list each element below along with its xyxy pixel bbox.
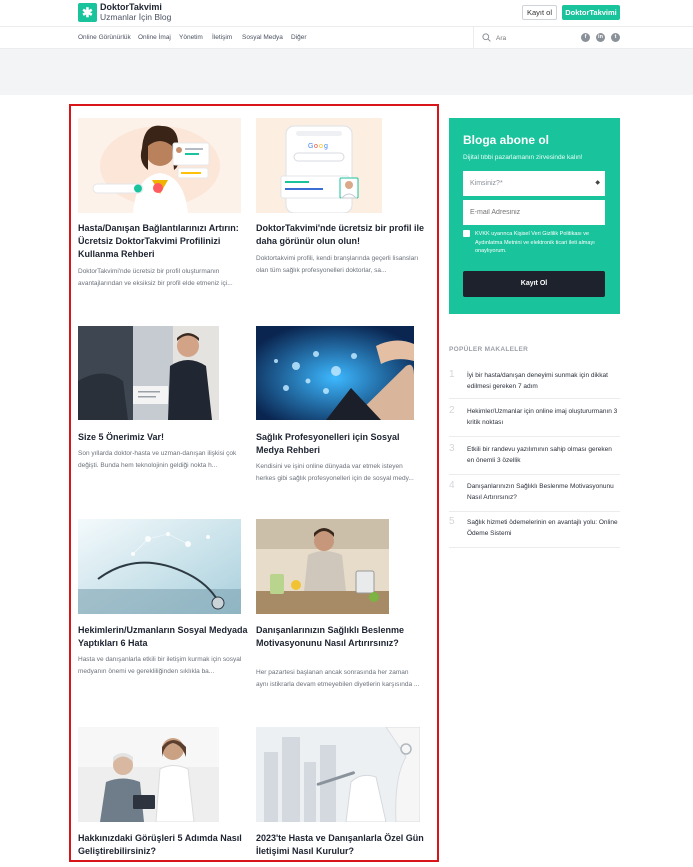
article-title[interactable]: Hekimlerin/Uzmanların Sosyal Medyada Yap… bbox=[78, 624, 248, 650]
logo-brand[interactable]: DoktorTakvimi bbox=[100, 2, 162, 12]
article-title[interactable]: Hakkınızdaki Görüşleri 5 Adımda Nasıl Ge… bbox=[78, 832, 248, 858]
article-title[interactable]: 2023'te Hasta ve Danışanlarla Özel Gün İ… bbox=[256, 832, 426, 858]
doktortakvimi-button[interactable]: DoktorTakvimi bbox=[562, 5, 620, 20]
search-input[interactable] bbox=[496, 33, 566, 43]
subscribe-text: Dijital tıbbi pazarlamanın zirvesinde ka… bbox=[463, 154, 583, 161]
site-header: ✱ DoktorTakvimi Uzmanlar İçin Blog Kayıt… bbox=[0, 0, 693, 27]
article-card[interactable]: Size 5 Önerimiz Var! Son yıllarda doktor… bbox=[78, 326, 243, 486]
article-excerpt: Kendisini ve işini online dünyada var et… bbox=[256, 463, 414, 482]
role-select[interactable]: Kimsiniz?* ◆ bbox=[463, 171, 605, 196]
banner-area bbox=[0, 49, 693, 95]
popular-item-title[interactable]: Etkili bir randevu yazılımının sahip olm… bbox=[467, 444, 619, 466]
consent-checkbox[interactable] bbox=[463, 230, 470, 237]
article-excerpt: Doktortakvimi profili, kendi branşlarınd… bbox=[256, 255, 419, 274]
article-thumbnail[interactable] bbox=[256, 519, 389, 614]
article-thumbnail[interactable] bbox=[78, 519, 241, 614]
logo-subtitle[interactable]: Uzmanlar İçin Blog bbox=[100, 12, 171, 22]
nav-item-online-imaj[interactable]: Online İmaj bbox=[138, 34, 171, 41]
popular-item-number: 2 bbox=[449, 405, 455, 416]
article-title[interactable]: Sağlık Profesyonelleri için Sosyal Medya… bbox=[256, 431, 426, 457]
article-thumbnail[interactable] bbox=[78, 326, 219, 420]
subscribe-box: Bloga abone ol Dijital tıbbi pazarlamanı… bbox=[449, 118, 620, 314]
article-card[interactable]: 2023'te Hasta ve Danışanlarla Özel Gün İ… bbox=[256, 727, 424, 862]
email-field[interactable] bbox=[463, 200, 605, 225]
article-card[interactable]: G o o g DoktorTakvimi'nde ücretsiz bir p… bbox=[256, 118, 424, 308]
svg-text:o: o bbox=[314, 143, 318, 150]
article-title[interactable]: Size 5 Önerimiz Var! bbox=[78, 431, 248, 444]
twitter-icon[interactable]: t bbox=[611, 33, 620, 42]
article-excerpt: Hasta ve danışanlarla etkili bir iletişi… bbox=[78, 656, 242, 675]
popular-item-title[interactable]: Sağlık hizmeti ödemelerinin en avantajlı… bbox=[467, 517, 619, 539]
main-nav: Online Görünürlük Online İmaj Yönetim İl… bbox=[0, 27, 693, 49]
register-button[interactable]: Kayıt ol bbox=[522, 5, 557, 20]
svg-text:g: g bbox=[324, 143, 328, 150]
nav-divider bbox=[473, 27, 474, 49]
article-title[interactable]: DoktorTakvimi'nde ücretsiz bir profil il… bbox=[256, 222, 426, 248]
popular-item-title[interactable]: Danışanlarınızın Sağlıklı Beslenme Motiv… bbox=[467, 481, 619, 503]
article-title[interactable]: Danışanlarınızın Sağlıklı Beslenme Motiv… bbox=[256, 624, 426, 650]
subscribe-title: Bloga abone ol bbox=[463, 133, 550, 147]
popular-item[interactable]: 2 Hekimler/Uzmanlar için online imaj olu… bbox=[449, 405, 620, 437]
article-card[interactable]: Danışanlarınızın Sağlıklı Beslenme Motiv… bbox=[256, 519, 421, 709]
nav-item-iletisim[interactable]: İletişim bbox=[212, 34, 232, 41]
article-excerpt: Her pazartesi başlanan ancak sonrasında … bbox=[256, 669, 420, 688]
article-card[interactable]: Sağlık Profesyonelleri için Sosyal Medya… bbox=[256, 326, 421, 498]
popular-item-number: 1 bbox=[449, 369, 455, 380]
article-thumbnail[interactable] bbox=[78, 727, 219, 822]
article-card[interactable]: Hakkınızdaki Görüşleri 5 Adımda Nasıl Ge… bbox=[78, 727, 243, 862]
article-thumbnail[interactable]: G o o g bbox=[256, 118, 382, 213]
popular-item-title[interactable]: İyi bir hasta/danışan deneyimi sunmak iç… bbox=[467, 370, 619, 392]
nav-item-sosyal-medya[interactable]: Sosyal Medya bbox=[242, 34, 283, 41]
facebook-icon[interactable]: f bbox=[581, 33, 590, 42]
article-thumbnail[interactable] bbox=[78, 118, 241, 213]
popular-item-number: 3 bbox=[449, 443, 455, 454]
article-excerpt: DoktorTakvimi'nde ücretsiz bir profil ol… bbox=[78, 268, 233, 287]
svg-text:o: o bbox=[319, 143, 323, 150]
nav-item-diger[interactable]: Diğer bbox=[291, 34, 307, 41]
linkedin-icon[interactable]: in bbox=[596, 33, 605, 42]
popular-item-number: 4 bbox=[449, 480, 455, 491]
popular-item[interactable]: 5 Sağlık hizmeti ödemelerinin en avantaj… bbox=[449, 516, 620, 548]
consent-label: KVKK uyarınca Kişisel Veri Gizlilik Poli… bbox=[475, 231, 595, 254]
chevron-updown-icon: ◆ bbox=[595, 180, 600, 186]
article-card[interactable]: Hekimlerin/Uzmanların Sosyal Medyada Yap… bbox=[78, 519, 248, 694]
article-card[interactable]: Hasta/Danışan Bağlantılarınızı Artırın: … bbox=[78, 118, 243, 308]
popular-item[interactable]: 3 Etkili bir randevu yazılımının sahip o… bbox=[449, 443, 620, 475]
popular-item[interactable]: 4 Danışanlarınızın Sağlıklı Beslenme Mot… bbox=[449, 480, 620, 512]
search-icon[interactable] bbox=[482, 33, 491, 42]
popular-item-title[interactable]: Hekimler/Uzmanlar için online imaj oluşt… bbox=[467, 406, 619, 428]
article-title[interactable]: Hasta/Danışan Bağlantılarınızı Artırın: … bbox=[78, 222, 248, 261]
nav-item-online-gorunurluk[interactable]: Online Görünürlük bbox=[78, 34, 131, 41]
nav-item-yonetim[interactable]: Yönetim bbox=[179, 34, 203, 41]
popular-item[interactable]: 1 İyi bir hasta/danışan deneyimi sunmak … bbox=[449, 369, 620, 399]
role-select-value: Kimsiniz?* bbox=[470, 180, 503, 187]
article-thumbnail[interactable] bbox=[256, 326, 414, 420]
subscribe-button[interactable]: Kayıt Ol bbox=[463, 271, 605, 297]
svg-text:G: G bbox=[308, 143, 313, 150]
article-excerpt: Son yıllarda doktor-hasta ve uzman-danış… bbox=[78, 450, 237, 469]
popular-heading: POPÜLER MAKALELER bbox=[449, 346, 529, 353]
asterisk-icon[interactable]: ✱ bbox=[78, 3, 97, 22]
article-thumbnail[interactable] bbox=[256, 727, 420, 822]
popular-item-number: 5 bbox=[449, 516, 455, 527]
